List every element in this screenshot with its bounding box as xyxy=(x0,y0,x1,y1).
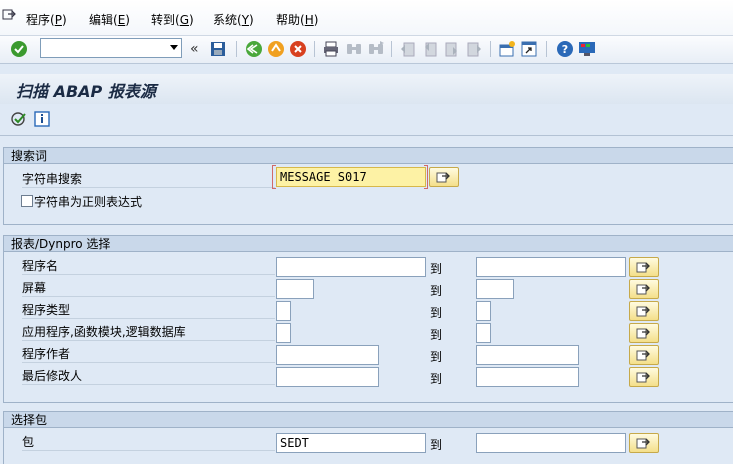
multiple-selection-button[interactable] xyxy=(629,345,659,365)
program-name-to-field[interactable] xyxy=(476,257,626,277)
exit-icon[interactable] xyxy=(267,40,285,58)
multiple-selection-button[interactable] xyxy=(629,433,659,453)
command-field[interactable] xyxy=(40,38,182,58)
multiple-selection-icon xyxy=(636,328,650,339)
string-search-label: 字符串搜索 xyxy=(22,171,275,188)
program-type-label: 程序类型 xyxy=(22,302,275,319)
toolbar-separator xyxy=(546,41,547,57)
cancel-icon[interactable] xyxy=(289,40,307,58)
save-icon[interactable] xyxy=(209,40,227,58)
svg-text:?: ? xyxy=(562,43,568,56)
multiple-selection-button[interactable] xyxy=(629,367,659,387)
find-next-icon[interactable] xyxy=(367,40,385,58)
new-session-icon[interactable] xyxy=(498,40,516,58)
application-to-field[interactable] xyxy=(476,323,491,343)
package-label: 包 xyxy=(22,434,275,451)
find-icon[interactable] xyxy=(345,40,363,58)
back-icon[interactable] xyxy=(245,40,263,58)
to-label: 到 xyxy=(430,350,443,364)
to-label: 到 xyxy=(430,262,443,276)
to-label: 到 xyxy=(430,306,443,320)
regex-checkbox[interactable] xyxy=(21,195,33,207)
program-author-label: 程序作者 xyxy=(22,346,275,363)
group-header: 报表/Dynpro 选择 xyxy=(4,236,733,252)
application-from-field[interactable] xyxy=(276,323,291,343)
package-selection-group: 选择包 包 SEDT 到 xyxy=(3,411,733,464)
application-toolbar xyxy=(0,104,733,136)
first-page-icon[interactable] xyxy=(399,40,417,58)
last-changed-by-from-field[interactable] xyxy=(276,367,379,387)
program-name-label: 程序名 xyxy=(22,258,275,275)
multiple-selection-icon xyxy=(436,172,450,183)
multiple-selection-icon xyxy=(636,372,650,383)
string-search-field[interactable]: MESSAGE S017 xyxy=(276,167,426,187)
group-header: 选择包 xyxy=(4,412,733,428)
group-header: 搜索词 xyxy=(4,148,733,164)
multiple-selection-button[interactable] xyxy=(629,323,659,343)
toolbar-separator xyxy=(314,41,315,57)
screen-to-field[interactable] xyxy=(476,279,514,299)
to-label: 到 xyxy=(430,284,443,298)
regex-checkbox-label: 字符串为正则表达式 xyxy=(34,195,143,209)
system-menu-icon[interactable] xyxy=(2,8,16,22)
to-label: 到 xyxy=(430,372,443,386)
search-term-group: 搜索词 字符串搜索 MESSAGE S017 字符串为正则表达式 xyxy=(3,147,733,225)
last-changed-by-label: 最后修改人 xyxy=(22,368,275,385)
next-page-icon[interactable] xyxy=(443,40,461,58)
multiple-selection-icon xyxy=(636,284,650,295)
multiple-selection-button[interactable] xyxy=(629,257,659,277)
last-changed-by-to-field[interactable] xyxy=(476,367,579,387)
program-name-from-field[interactable] xyxy=(276,257,426,277)
program-author-to-field[interactable] xyxy=(476,345,579,365)
multiple-selection-icon xyxy=(636,262,650,273)
customize-layout-icon[interactable] xyxy=(578,40,596,58)
info-icon[interactable] xyxy=(33,110,51,128)
toolbar-separator xyxy=(490,41,491,57)
multiple-selection-icon xyxy=(636,306,650,317)
toolbar-separator xyxy=(391,41,392,57)
screen-label: 屏幕 xyxy=(22,280,275,297)
menu-bar: 程序(P) 编辑(E) 转到(G) 系统(Y) 帮助(H) xyxy=(0,0,733,36)
menu-goto[interactable]: 转到(G) xyxy=(151,11,194,28)
application-label: 应用程序,函数模块,逻辑数据库 xyxy=(22,324,275,341)
program-type-to-field[interactable] xyxy=(476,301,491,321)
menu-program[interactable]: 程序(P) xyxy=(26,11,67,28)
enter-icon[interactable] xyxy=(10,40,28,58)
collapse-chevron-icon[interactable]: « xyxy=(190,41,199,57)
menu-system[interactable]: 系统(Y) xyxy=(213,11,254,28)
title-bar: 扫描 ABAP 报表源 xyxy=(0,74,733,104)
package-to-field[interactable] xyxy=(476,433,626,453)
multiple-selection-button[interactable] xyxy=(629,279,659,299)
help-icon[interactable]: ? xyxy=(556,40,574,58)
chevron-down-icon[interactable] xyxy=(170,45,178,50)
report-selection-group: 报表/Dynpro 选择 程序名 到 屏幕 到 程序类型 到 应用程序,函数模块… xyxy=(3,235,733,403)
program-author-from-field[interactable] xyxy=(276,345,379,365)
page-title: 扫描 ABAP 报表源 xyxy=(16,82,156,101)
package-from-field[interactable]: SEDT xyxy=(276,433,426,453)
shortcut-icon[interactable] xyxy=(520,40,538,58)
execute-icon[interactable] xyxy=(10,110,28,128)
screen-from-field[interactable] xyxy=(276,279,314,299)
multiple-selection-button[interactable] xyxy=(429,167,459,187)
menu-help[interactable]: 帮助(H) xyxy=(276,11,318,28)
multiple-selection-button[interactable] xyxy=(629,301,659,321)
to-label: 到 xyxy=(430,328,443,342)
to-label: 到 xyxy=(430,438,443,452)
print-icon[interactable] xyxy=(322,40,340,58)
program-type-from-field[interactable] xyxy=(276,301,291,321)
multiple-selection-icon xyxy=(636,438,650,449)
previous-page-icon[interactable] xyxy=(421,40,439,58)
standard-toolbar: « ? xyxy=(0,36,733,64)
menu-edit[interactable]: 编辑(E) xyxy=(89,11,130,28)
required-marker xyxy=(424,165,428,189)
multiple-selection-icon xyxy=(636,350,650,361)
last-page-icon[interactable] xyxy=(465,40,483,58)
toolbar-separator xyxy=(236,41,237,57)
